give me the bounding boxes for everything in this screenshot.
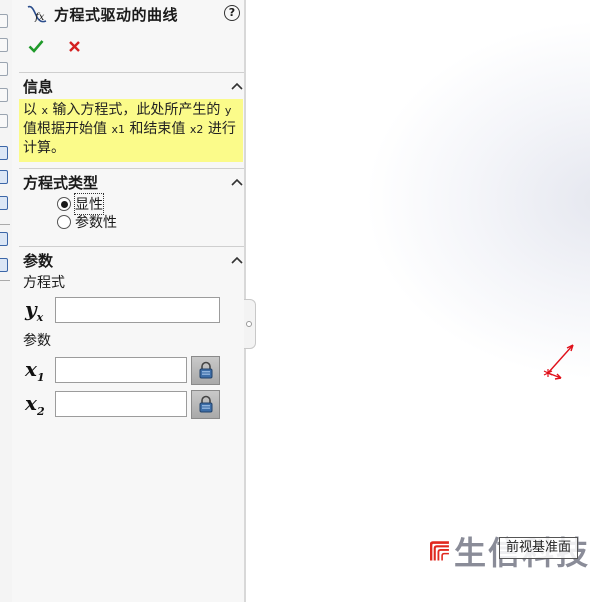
x1-label-var: x [25,356,37,381]
chevron-up-icon[interactable] [231,177,243,187]
equation-type-header[interactable]: 方程式类型 [19,169,249,195]
x2-label-sub: 2 [36,404,45,418]
parameters-title: 参数 [23,251,54,270]
brand-logo-icon [430,541,449,561]
equation-yx-input[interactable] [55,297,220,323]
parameters-header[interactable]: 参数 [19,247,249,273]
info-text: 以 [23,102,42,118]
graphics-area[interactable] [246,0,590,602]
radio-button-parametric[interactable] [57,215,71,229]
tree-divider [0,224,10,225]
radio-parametric[interactable]: 参数性 [19,213,249,231]
info-var-x1: x1 [111,123,125,136]
info-section-title: 信息 [23,77,54,96]
tree-plane-icon[interactable] [0,196,8,210]
end-x2-input[interactable] [55,391,187,417]
equation-curve-icon: fx [26,3,48,25]
radio-button-explicit[interactable] [57,197,71,211]
parameters-section: 参数 方程式 yx 参数 x1 x2 [19,246,249,419]
panel-title-row: fx 方程式驱动的曲线 ? [26,2,240,26]
close-icon [68,40,80,52]
radio-explicit[interactable]: 显性 [19,193,249,215]
info-text: 值根据开始值 [23,121,112,137]
checkmark-icon [28,40,44,53]
x1-label: x1 [25,357,55,384]
collapse-dot-icon [246,321,252,327]
chevron-up-icon[interactable] [231,255,243,265]
info-section: 信息 以 x 输入方程式，此处所产生的 y 值根据开始值 x1 和结束值 x2 … [19,72,249,162]
ok-cancel-row [26,36,84,56]
feature-tree-strip [0,0,12,602]
tree-part-icon[interactable] [0,88,8,102]
yx-label: yx [25,297,55,324]
x2-label: x2 [25,391,55,418]
radio-label-explicit[interactable]: 显性 [74,193,104,215]
info-section-header[interactable]: 信息 [19,73,249,99]
equation-type-title: 方程式类型 [23,173,99,192]
x1-field-row: x1 [19,355,249,385]
tree-body-icon[interactable] [0,258,8,272]
x2-field-row: x2 [19,389,249,419]
property-manager-panel: fx 方程式驱动的曲线 ? 信息 以 x 输入方程式，此处所产生的 y 值根据开… [12,0,249,602]
lock-x1-button[interactable] [191,355,220,385]
info-var-x2: x2 [189,123,204,136]
help-icon[interactable]: ? [224,5,240,21]
start-x1-input[interactable] [55,357,187,383]
equation-label: 方程式 [23,275,65,291]
info-text: 和结束值 [124,121,190,137]
yx-label-var: y [25,296,37,321]
tree-divider [0,280,10,281]
tree-sketch-icon[interactable] [0,146,8,160]
ok-button[interactable] [26,36,46,56]
yx-field-row: yx [19,295,249,325]
info-text: 输入方程式，此处所产生的 [47,102,225,118]
lock-icon [199,361,212,379]
x1-label-sub: 1 [36,370,45,384]
origin-triad-icon [543,344,574,380]
chevron-up-icon[interactable] [231,81,243,91]
radio-label-parametric[interactable]: 参数性 [75,212,117,232]
lock-x2-button[interactable] [191,389,220,419]
tree-feature-icon[interactable] [0,170,8,184]
cancel-button[interactable] [64,36,84,56]
equation-type-section: 方程式类型 显性 参数性 [19,168,249,231]
panel-title: 方程式驱动的曲线 [54,5,179,24]
tree-part-icon[interactable] [0,62,8,76]
x2-label-var: x [25,390,37,415]
info-var-y: y [224,104,232,117]
tree-body-icon[interactable] [0,232,8,246]
plane-tooltip: 前视基准面 [499,537,579,559]
svg-text:fx: fx [34,12,45,23]
yx-label-sub: x [36,310,44,324]
params-label: 参数 [23,333,51,349]
panel-collapse-handle[interactable] [244,299,256,349]
tree-part-icon[interactable] [0,38,8,52]
tree-part-icon[interactable] [0,14,8,28]
tree-part-icon[interactable] [0,114,8,128]
info-message: 以 x 输入方程式，此处所产生的 y 值根据开始值 x1 和结束值 x2 进行计… [19,99,243,162]
lock-icon [199,395,212,413]
